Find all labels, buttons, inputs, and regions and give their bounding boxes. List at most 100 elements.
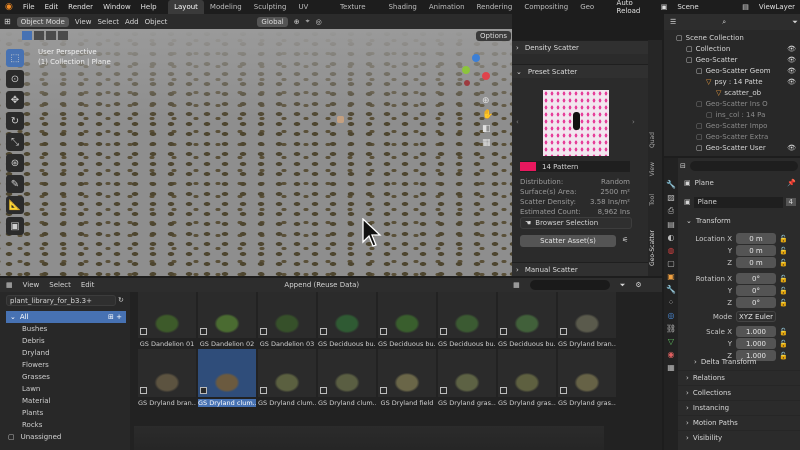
object-tab-icon[interactable]: ▣ (667, 272, 675, 281)
category-flowers[interactable]: Flowers (0, 359, 130, 371)
asset-thumbnail[interactable]: GS Dryland gras... (498, 349, 556, 411)
tab-layout[interactable]: Layout (168, 0, 204, 14)
tab-texture-paint[interactable]: Texture Paint (334, 0, 382, 25)
data-tab-icon[interactable]: ▽ (668, 337, 674, 346)
outliner-item[interactable]: ▢ Geo-Scatter Geom 👁 (664, 65, 800, 76)
select-invert-icon[interactable] (58, 31, 68, 40)
zoom-icon[interactable]: ⊕ (482, 96, 493, 106)
asset-checkbox[interactable] (140, 328, 147, 335)
menu-edit[interactable]: Edit (40, 3, 64, 11)
asset-checkbox[interactable] (440, 387, 447, 394)
viewport-3d[interactable]: ⊞ Object Mode View Select Add Object Glo… (0, 14, 512, 276)
asset-checkbox[interactable] (560, 387, 567, 394)
lock-icon[interactable]: 🔓 (779, 235, 788, 243)
visibility-eye-icon[interactable]: 👁 (787, 144, 796, 152)
asset-thumbnail[interactable]: GS Dandelion 03 (258, 292, 316, 352)
rotation-mode-dropdown[interactable]: XYZ Euler (736, 311, 776, 322)
asset-checkbox[interactable] (320, 387, 327, 394)
asset-thumbnail[interactable]: GS Dandelion 02 (198, 292, 256, 352)
select-box-icon[interactable] (22, 31, 32, 40)
outliner-item[interactable]: ▢ Geo-Scatter Extra (664, 131, 800, 142)
viewport-menu-object[interactable]: Object (145, 18, 168, 26)
select-extend-icon[interactable] (34, 31, 44, 40)
next-preset-icon[interactable]: › (632, 118, 635, 126)
instancing-section[interactable]: › Instancing (678, 400, 800, 414)
category-unassigned[interactable]: ▢ Unassigned (0, 431, 130, 443)
asset-thumbnail[interactable]: GS Deciduous bu... (378, 292, 436, 352)
annotate-tool-icon[interactable]: ✎ (6, 175, 24, 193)
modifier-tab-icon[interactable]: 🔧 (666, 285, 676, 294)
tab-rendering[interactable]: Rendering (471, 0, 519, 14)
object-name-field[interactable]: Plane (693, 196, 783, 208)
camera-icon[interactable]: ◧ (482, 124, 493, 134)
tab-compositing[interactable]: Compositing (518, 0, 574, 14)
render-tab-icon[interactable]: ▨ (667, 193, 675, 202)
pattern-preview[interactable] (543, 90, 609, 156)
add-category-icon[interactable]: ⊞ + (108, 313, 122, 321)
lock-icon[interactable]: 🔓 (779, 259, 788, 267)
scale-x-field[interactable]: 1.000 (736, 326, 776, 337)
rotation-z-field[interactable]: 0° (736, 297, 776, 308)
options-button[interactable]: Options (476, 31, 512, 41)
gizmo-z-axis-icon[interactable] (472, 54, 480, 62)
menu-help[interactable]: Help (136, 3, 162, 11)
scatter-assets-button[interactable]: Scatter Asset(s) (520, 235, 616, 247)
collection-tab-icon[interactable]: ▢ (667, 259, 675, 268)
import-method-dropdown[interactable]: Append (Reuse Data) (284, 281, 359, 289)
tool-tab-icon[interactable]: 🔧 (666, 180, 676, 189)
outliner-item[interactable]: ▽ psy : 14 Patte 👁 (664, 76, 800, 87)
asset-menu-edit[interactable]: Edit (81, 281, 95, 289)
outliner-item[interactable]: ▢ Geo-Scatter Impo (664, 120, 800, 131)
asset-checkbox[interactable] (500, 328, 507, 335)
category-debris[interactable]: Debris (0, 335, 130, 347)
category-all[interactable]: ⌄ All ⊞ + (6, 311, 126, 323)
motion-paths-section[interactable]: › Motion Paths (678, 415, 800, 429)
asset-checkbox[interactable] (140, 387, 147, 394)
outliner-item[interactable]: ▽ scatter_ob (664, 87, 800, 98)
outliner-item[interactable]: ▢ Geo-Scatter User 👁 (664, 142, 800, 153)
asset-menu-view[interactable]: View (23, 281, 40, 289)
lock-icon[interactable]: 🔓 (779, 287, 788, 295)
navigation-gizmo[interactable] (456, 54, 492, 90)
view-layer-selector[interactable]: ViewLayer (754, 3, 800, 11)
library-selector[interactable]: plant_library_for_b3.3+ (6, 294, 116, 306)
tab-geo-scatter[interactable]: Geo-Scatter (649, 230, 661, 266)
delta-transform-section[interactable]: › Delta Transform (686, 355, 800, 369)
outliner-item[interactable]: ▢ ins_col : 14 Pa (664, 109, 800, 120)
tab-tool[interactable]: Tool (649, 194, 661, 206)
asset-thumbnail[interactable]: GS Dryland bran... (558, 292, 616, 352)
lock-icon[interactable]: 🔓 (779, 340, 788, 348)
asset-thumbnail[interactable]: GS Dryland bran... (138, 349, 196, 411)
settings-sliders-icon[interactable]: ⚟ (622, 236, 628, 244)
move-tool-icon[interactable]: ✥ (6, 91, 24, 109)
physics-tab-icon[interactable]: ◎ (668, 311, 675, 320)
mode-selector[interactable]: Object Mode (16, 16, 69, 27)
asset-thumbnail[interactable]: GS Dryland clum... (198, 349, 256, 411)
pan-hand-icon[interactable]: ✋ (482, 110, 493, 120)
asset-thumbnail[interactable]: GS Deciduous bu... (318, 292, 376, 352)
browser-selection-dropdown[interactable]: ☚ Browser Selection (520, 217, 632, 229)
prev-preset-icon[interactable]: ‹ (516, 118, 519, 126)
outliner-search-icon[interactable]: ⌕ (722, 18, 726, 27)
tab-animation[interactable]: Animation (423, 0, 471, 14)
asset-thumbnail[interactable]: GS Deciduous bu... (438, 292, 496, 352)
visibility-section[interactable]: › Visibility (678, 430, 800, 444)
location-y-field[interactable]: 0 m (736, 245, 776, 256)
user-count[interactable]: 4 (785, 198, 796, 206)
select-subtract-icon[interactable] (46, 31, 56, 40)
menu-render[interactable]: Render (63, 3, 98, 11)
asset-checkbox[interactable] (440, 328, 447, 335)
tab-geo[interactable]: Geo (574, 0, 600, 14)
asset-checkbox[interactable] (200, 387, 207, 394)
asset-checkbox[interactable] (200, 328, 207, 335)
lock-icon[interactable]: 🔓 (779, 328, 788, 336)
lock-icon[interactable]: 🔓 (779, 299, 788, 307)
outliner-type-icon[interactable]: ☰ (670, 18, 676, 26)
menu-window[interactable]: Window (98, 3, 136, 11)
density-scatter-section[interactable]: › Density Scatter (512, 40, 648, 54)
asset-checkbox[interactable] (260, 387, 267, 394)
asset-thumbnail[interactable]: GS Dryland gras... (438, 349, 496, 411)
blender-logo-icon[interactable]: ◉ (0, 2, 18, 12)
asset-checkbox[interactable] (380, 387, 387, 394)
display-mode-icon[interactable]: ▦ (513, 281, 520, 289)
